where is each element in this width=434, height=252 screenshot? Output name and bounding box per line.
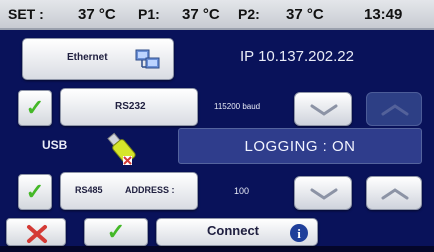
settings-screen: Ethernet IP 10.137.202.22 ✓ RS232 115200… — [0, 30, 434, 246]
set-label: SET : — [8, 6, 44, 22]
address-label: ADDRESS : — [125, 185, 175, 195]
svg-text:i: i — [297, 226, 301, 241]
ethernet-button[interactable]: Ethernet — [22, 38, 174, 80]
info-icon: i — [289, 223, 309, 248]
connect-label: Connect — [207, 223, 259, 238]
chevron-up-icon — [381, 188, 409, 200]
confirm-button[interactable]: ✓ — [84, 218, 148, 246]
cancel-icon — [27, 225, 47, 243]
address-down-button[interactable] — [294, 176, 352, 210]
address-value: 100 — [234, 186, 250, 196]
chevron-down-icon — [310, 188, 338, 200]
cancel-button[interactable] — [6, 218, 66, 246]
p1-label: P1: — [138, 6, 160, 22]
p2-label: P2: — [238, 6, 260, 22]
rs232-checkbox[interactable]: ✓ — [18, 90, 52, 126]
rs232-button[interactable]: RS232 — [60, 88, 198, 126]
rs485-button-label: RS485 — [75, 185, 103, 195]
connect-button[interactable]: Connect i — [156, 218, 318, 246]
rs232-up-button[interactable] — [366, 92, 422, 126]
clock: 13:49 — [364, 6, 403, 23]
rs232-down-button[interactable] — [294, 92, 352, 126]
set-temperature: 37 °C — [78, 6, 116, 23]
p2-temperature: 37 °C — [286, 6, 324, 23]
ip-address: IP 10.137.202.22 — [240, 48, 354, 65]
network-icon — [135, 47, 161, 78]
rs485-checkbox[interactable]: ✓ — [18, 174, 52, 210]
check-icon: ✓ — [106, 219, 126, 244]
p1-temperature: 37 °C — [182, 6, 220, 23]
address-up-button[interactable] — [366, 176, 422, 210]
rs232-button-label: RS232 — [115, 101, 146, 112]
baud-rate: 115200 baud — [214, 102, 261, 111]
ethernet-button-label: Ethernet — [67, 52, 108, 63]
logging-status: LOGGING : ON — [178, 128, 422, 164]
check-icon: ✓ — [25, 179, 45, 204]
chevron-down-icon — [310, 104, 338, 116]
rs485-address-button[interactable]: RS485 ADDRESS : — [60, 172, 198, 210]
status-bar: SET : 37 °C P1: 37 °C P2: 37 °C 13:49 — [0, 0, 434, 30]
usb-label: USB — [42, 138, 68, 152]
chevron-up-icon — [381, 104, 409, 116]
check-icon: ✓ — [25, 95, 45, 120]
usb-stick-icon — [104, 130, 140, 173]
